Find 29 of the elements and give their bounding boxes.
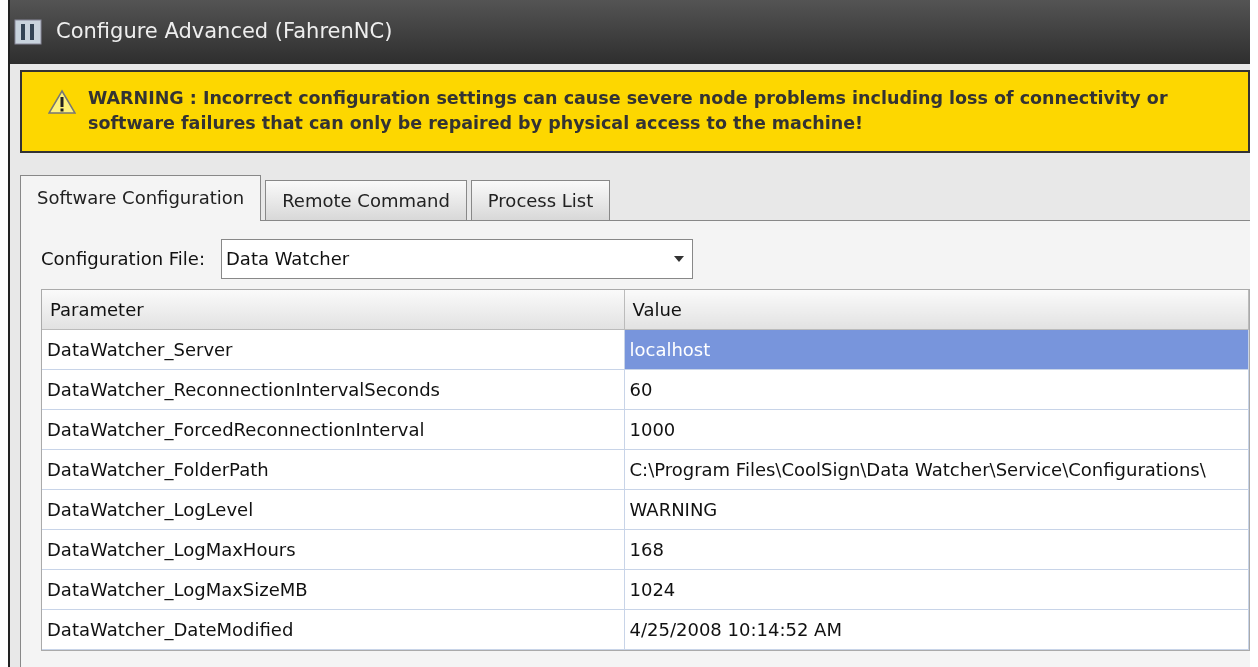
warning-icon [48, 89, 76, 115]
table-cell: DataWatcher_FolderPath [42, 449, 624, 490]
tab[interactable]: Process List [470, 179, 611, 220]
table-cell: 4/25/2008 10:14:52 AM [624, 609, 1249, 650]
table-cell: DataWatcher_Server [42, 329, 624, 370]
table-cell: DataWatcher_LogLevel [42, 489, 624, 530]
table-cell: 168 [624, 529, 1249, 570]
table-cell: DataWatcher_DateModified [42, 609, 624, 650]
table-cell: DataWatcher_ReconnectionIntervalSeconds [42, 369, 624, 410]
field-label: Configuration File: [41, 247, 205, 272]
column-header[interactable]: Value [624, 289, 1249, 330]
window-title: Configure Advanced (FahrenNC) [56, 18, 393, 46]
configuration-file-dropdown[interactable]: Data Watcher [221, 238, 693, 279]
table-cell: DataWatcher_LogMaxSizeMB [42, 569, 624, 610]
table-cell: DataWatcher_ForcedReconnectionInterval [42, 409, 624, 450]
table-cell: DataWatcher_LogMaxHours [42, 529, 624, 570]
tab[interactable]: Software Configuration [20, 174, 262, 221]
table-cell: 1000 [624, 409, 1249, 450]
app-icon [14, 19, 42, 45]
tab[interactable]: Remote Command [265, 179, 467, 220]
column-header[interactable]: Parameter [42, 289, 624, 330]
table-cell: C:\Program Files\CoolSign\Data Watcher\Service\Configurations\ [624, 449, 1249, 490]
table-cell: WARNING [624, 489, 1249, 530]
dropdown-value: Data Watcher [226, 247, 350, 272]
table-cell: localhost [624, 329, 1249, 370]
table-cell: 1024 [624, 569, 1249, 610]
warning-text: WARNING : Incorrect configuration settings can cause severe node problems including loss of connectivity or software failures that can only be repaired by physical access to the machine! [88, 87, 1169, 136]
dropdown-arrow-icon [674, 255, 684, 262]
table-cell: 60 [624, 369, 1249, 410]
